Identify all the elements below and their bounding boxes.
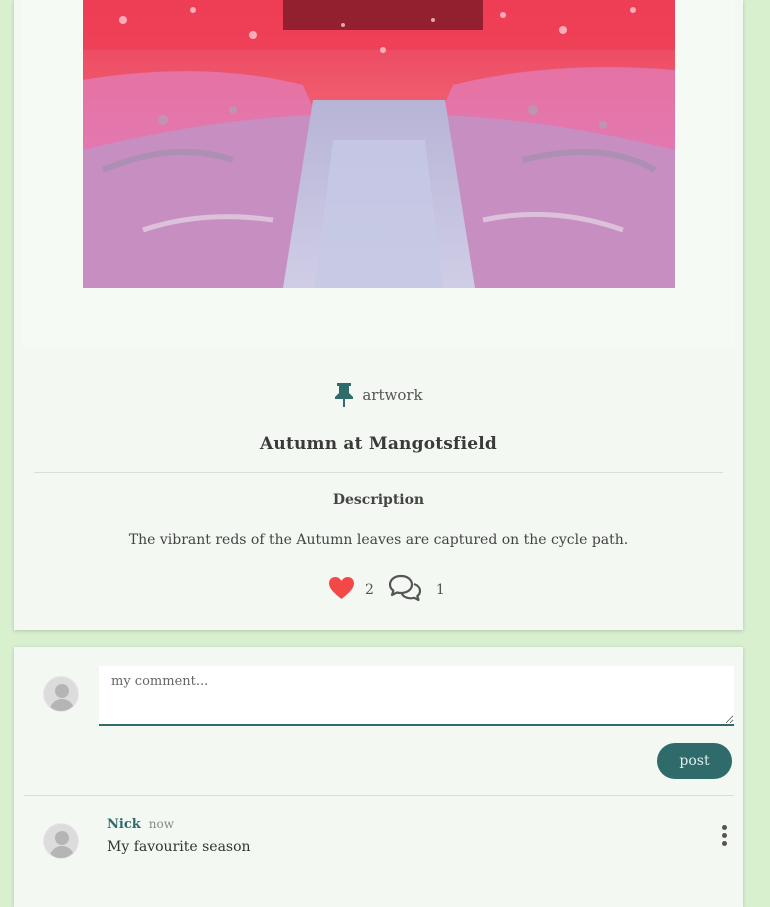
comment-author-link[interactable]: Nick	[107, 817, 141, 832]
menu-dot	[721, 824, 727, 830]
speech-bubbles-icon[interactable]	[388, 574, 422, 606]
more-options-icon[interactable]	[714, 821, 734, 849]
description-text: The vibrant reds of the Autumn leaves ar…	[128, 532, 629, 548]
comment-meta: Nick now	[107, 817, 174, 832]
post-title: Autumn at Mangotsfield	[260, 434, 497, 454]
post-image-container	[22, 0, 735, 348]
like-count: 2	[365, 582, 374, 598]
artwork-image[interactable]	[83, 0, 675, 288]
comment-input[interactable]	[99, 666, 734, 726]
post-stats: 2 1	[328, 574, 445, 606]
heart-icon[interactable]	[328, 576, 355, 604]
user-silhouette-icon	[44, 677, 78, 711]
comment-timestamp: now	[148, 817, 174, 831]
post-comment-button[interactable]: post	[657, 743, 732, 779]
divider	[34, 472, 723, 473]
comments-section: post Nick now My favourite season	[14, 647, 743, 907]
menu-dot	[721, 840, 727, 846]
category-label: artwork	[362, 386, 423, 404]
comment-count: 1	[435, 582, 445, 598]
pin-icon	[334, 382, 354, 408]
avatar	[43, 676, 79, 712]
divider	[24, 795, 734, 796]
category-tag[interactable]: artwork	[14, 382, 743, 408]
description-heading: Description	[332, 492, 425, 508]
post-card: artwork Autumn at Mangotsfield Descripti…	[14, 0, 743, 630]
comment-text: My favourite season	[107, 839, 251, 855]
user-silhouette-icon	[44, 824, 78, 858]
like-stat[interactable]: 2	[328, 576, 374, 604]
avatar[interactable]	[43, 823, 79, 859]
menu-dot	[721, 832, 727, 838]
comments-stat[interactable]: 1	[388, 574, 445, 606]
